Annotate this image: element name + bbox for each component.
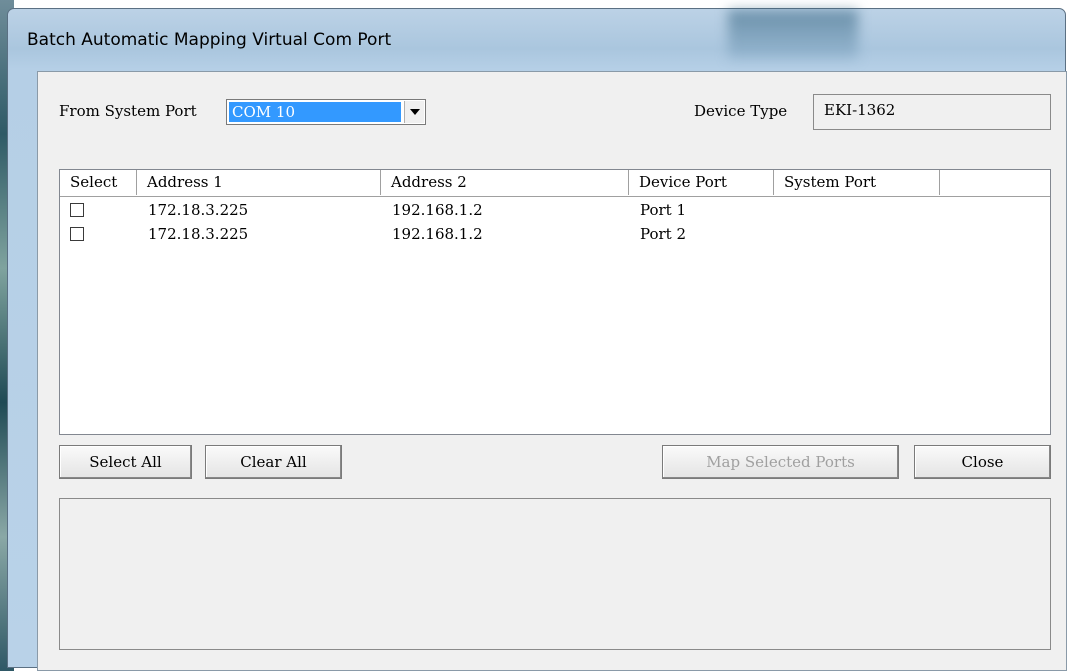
column-header-address-2[interactable]: Address 2	[381, 170, 629, 195]
chevron-down-icon	[409, 109, 420, 115]
window-title: Batch Automatic Mapping Virtual Com Port	[27, 30, 392, 50]
address-2-cell: 192.168.1.2	[392, 225, 483, 243]
column-header-system-port[interactable]: System Port	[774, 170, 940, 195]
device-port-cell: Port 1	[640, 201, 687, 219]
status-output-box	[59, 498, 1051, 650]
dialog-client-area: From System Port COM 10 Device Type EKI-…	[37, 71, 1067, 671]
clear-all-button[interactable]: Clear All	[205, 445, 342, 479]
close-button[interactable]: Close	[914, 445, 1051, 479]
device-type-field: EKI-1362	[813, 94, 1051, 130]
dropdown-button[interactable]	[404, 101, 424, 123]
port-list[interactable]: Select Address 1 Address 2 Device Port S…	[59, 169, 1051, 435]
select-checkbox[interactable]	[70, 227, 84, 241]
address-1-cell: 172.18.3.225	[148, 225, 249, 243]
device-port-cell: Port 2	[640, 225, 687, 243]
column-header-device-port[interactable]: Device Port	[629, 170, 774, 195]
table-row[interactable]: 172.18.3.225 192.168.1.2 Port 1	[60, 198, 1050, 222]
from-system-port-dropdown[interactable]: COM 10	[226, 99, 426, 125]
dialog-window: Batch Automatic Mapping Virtual Com Port…	[7, 8, 1067, 671]
list-header: Select Address 1 Address 2 Device Port S…	[60, 170, 1050, 197]
map-selected-ports-button[interactable]: Map Selected Ports	[662, 445, 899, 479]
from-system-port-value: COM 10	[229, 102, 401, 122]
address-2-cell: 192.168.1.2	[392, 201, 483, 219]
table-row[interactable]: 172.18.3.225 192.168.1.2 Port 2	[60, 222, 1050, 246]
column-header-address-1[interactable]: Address 1	[137, 170, 381, 195]
from-system-port-label: From System Port	[59, 102, 197, 120]
address-1-cell: 172.18.3.225	[148, 201, 249, 219]
titlebar-glare	[728, 10, 858, 60]
select-all-button[interactable]: Select All	[59, 445, 192, 479]
device-type-label: Device Type	[694, 102, 788, 120]
select-checkbox[interactable]	[70, 203, 84, 217]
column-header-select[interactable]: Select	[60, 170, 137, 195]
